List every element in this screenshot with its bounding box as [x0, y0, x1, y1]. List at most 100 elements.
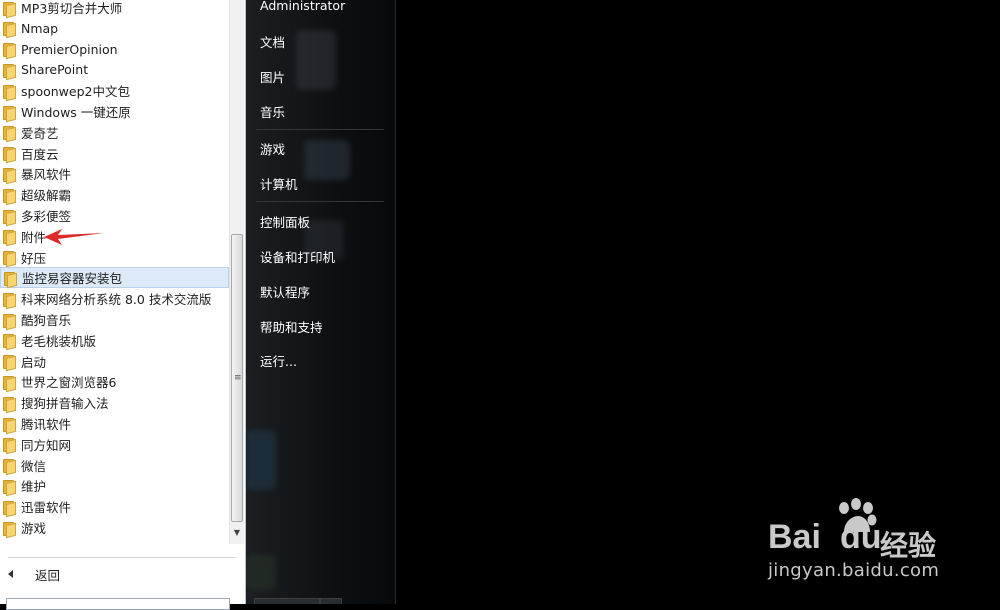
program-folder-item[interactable]: MP3剪切合并大师	[0, 0, 229, 18]
scrollbar-thumb[interactable]: ≡	[231, 234, 243, 522]
program-folder-label: MP3剪切合并大师	[21, 1, 123, 16]
folder-icon	[3, 42, 15, 58]
program-folder-item[interactable]: 监控易容器安装包	[0, 267, 229, 289]
program-folder-item[interactable]: 迅雷软件	[0, 496, 229, 517]
search-programs-input[interactable]	[6, 598, 230, 610]
folder-icon	[4, 271, 16, 286]
program-folder-item[interactable]: 微信	[0, 455, 229, 476]
program-folder-item[interactable]: 同方知网	[0, 434, 229, 455]
program-folder-label: 同方知网	[21, 437, 72, 453]
program-folder-item[interactable]: 多彩便签	[0, 205, 229, 226]
program-folder-label: 微信	[21, 458, 47, 474]
program-folder-label: 启动	[21, 354, 47, 370]
start-menu-right-pane: Administrator 文档 图片 音乐 游戏 计算机 控制面板 设备和打印…	[246, 0, 396, 604]
blurred-desktop-icon	[246, 555, 276, 590]
program-folder-label: 腾讯软件	[21, 417, 72, 432]
user-name[interactable]: Administrator	[260, 0, 345, 13]
menu-documents[interactable]: 文档	[260, 32, 285, 51]
program-folder-item[interactable]: 启动	[0, 351, 229, 372]
folder-icon	[3, 105, 15, 120]
menu-control-panel[interactable]: 控制面板	[260, 212, 310, 231]
folder-icon	[3, 354, 15, 370]
folder-icon	[3, 458, 15, 474]
all-programs-panel: MP3剪切合并大师 Nmap PremierOpinion SharePoint spo…	[0, 0, 246, 610]
program-list-scrollbar[interactable]: ≡ ▼	[229, 0, 244, 544]
menu-pictures[interactable]: 图片	[260, 67, 285, 86]
menu-help-support[interactable]: 帮助和支持	[260, 317, 323, 336]
folder-icon	[3, 521, 15, 536]
program-folder-label: 多彩便签	[21, 209, 72, 224]
start-menu-edge	[395, 0, 396, 604]
blurred-desktop-icon	[296, 30, 336, 90]
menu-run[interactable]: 运行...	[260, 351, 297, 370]
program-folder-label: SharePoint	[21, 62, 89, 78]
program-folder-item[interactable]: 搜狗拼音输入法	[0, 392, 229, 413]
menu-games[interactable]: 游戏	[260, 139, 285, 158]
folder-icon	[3, 209, 15, 224]
folder-icon	[3, 63, 15, 78]
program-folder-item[interactable]: Windows 一键还原	[0, 101, 229, 122]
menu-separator	[256, 201, 384, 202]
blurred-desktop-icon	[304, 140, 350, 180]
program-folder-item[interactable]: 超级解霸	[0, 184, 229, 205]
program-folder-label: 酷狗音乐	[21, 313, 72, 328]
program-folder-item[interactable]: 暴风软件	[0, 163, 229, 184]
program-folder-item[interactable]: 百度云	[0, 143, 229, 164]
program-folder-item[interactable]: 附件	[0, 226, 229, 247]
panel-divider	[8, 557, 236, 558]
folder-icon	[3, 333, 15, 349]
scroll-down-arrow-icon[interactable]: ▼	[230, 526, 244, 540]
back-button[interactable]: 返回	[0, 562, 240, 586]
program-folder-label: 老毛桃装机版	[21, 333, 97, 349]
program-folder-item[interactable]: 科来网络分析系统 8.0 技术交流版	[0, 288, 229, 309]
program-folder-item[interactable]: spoonwep2中文包	[0, 80, 229, 101]
menu-computer[interactable]: 计算机	[260, 174, 298, 193]
folder-icon	[3, 375, 15, 390]
menu-devices-printers[interactable]: 设备和打印机	[260, 247, 335, 266]
folder-icon	[3, 1, 15, 16]
folder-icon	[3, 313, 15, 328]
program-folder-label: 百度云	[21, 146, 59, 162]
program-folder-label: 监控易容器安装包	[22, 271, 123, 287]
shutdown-options-button[interactable]	[320, 598, 342, 604]
folder-icon	[3, 125, 15, 141]
program-folder-item[interactable]: PremierOpinion	[0, 39, 229, 60]
folder-icon	[3, 292, 15, 307]
folder-icon	[3, 84, 15, 99]
shutdown-button[interactable]	[254, 598, 320, 604]
watermark-du: du	[840, 518, 882, 556]
menu-music[interactable]: 音乐	[260, 102, 285, 121]
program-folder-label: 迅雷软件	[21, 500, 72, 516]
folder-icon	[3, 146, 15, 162]
folder-icon	[3, 479, 15, 494]
program-folder-item[interactable]: Nmap	[0, 18, 229, 39]
program-folder-label: 科来网络分析系统 8.0 技术交流版	[21, 292, 212, 308]
folder-icon	[3, 500, 15, 515]
program-folder-item[interactable]: 世界之窗浏览器6	[0, 371, 229, 392]
program-folder-label: 世界之窗浏览器6	[21, 375, 117, 391]
program-folder-item[interactable]: 老毛桃装机版	[0, 330, 229, 351]
folder-icon	[3, 437, 15, 453]
program-folder-item[interactable]: 爱奇艺	[0, 122, 229, 143]
back-label: 返回	[35, 567, 61, 583]
program-folder-item[interactable]: 维护	[0, 475, 229, 496]
program-folder-item[interactable]: 游戏	[0, 517, 229, 538]
menu-default-programs[interactable]: 默认程序	[260, 282, 310, 301]
program-folder-item[interactable]: 腾讯软件	[0, 413, 229, 434]
red-annotation-arrow-icon	[44, 229, 104, 245]
program-folder-item[interactable]: 酷狗音乐	[0, 309, 229, 330]
program-folder-label: Windows 一键还原	[21, 105, 131, 120]
menu-separator	[256, 129, 384, 130]
folder-icon	[3, 167, 15, 182]
watermark-bai: Bai	[768, 518, 821, 556]
folder-icon	[3, 396, 15, 411]
back-arrow-icon	[8, 570, 13, 578]
folder-icon	[3, 417, 15, 432]
program-folder-item[interactable]: 好压	[0, 247, 229, 268]
program-folder-label: spoonwep2中文包	[21, 84, 130, 100]
watermark-url: jingyan.baidu.com	[768, 560, 940, 581]
program-folder-item[interactable]: SharePoint	[0, 59, 229, 80]
program-folder-label: 爱奇艺	[21, 125, 59, 141]
program-folder-label: 好压	[21, 250, 47, 266]
folder-icon	[3, 229, 15, 245]
